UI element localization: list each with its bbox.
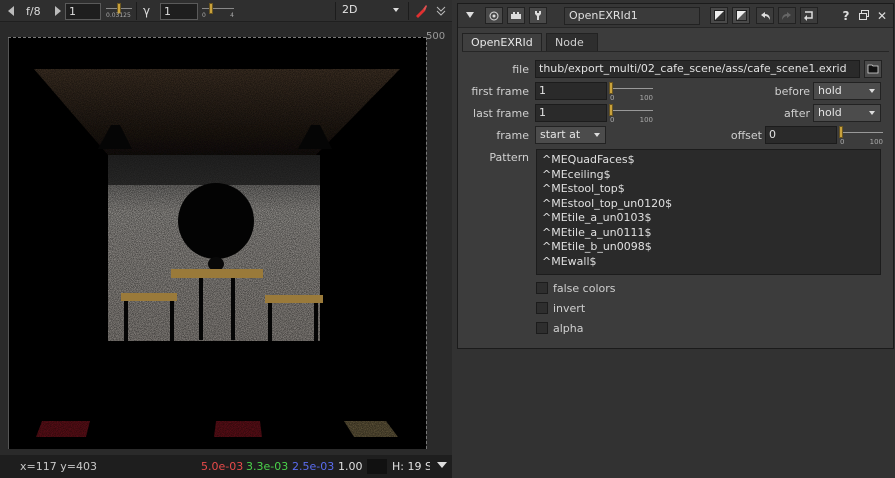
folder-icon (867, 64, 879, 74)
status-menu-icon[interactable] (437, 462, 447, 468)
pattern-line: ^MEstool_top_un0120$ (542, 196, 673, 210)
tab-openexrid[interactable]: OpenEXRId (462, 33, 542, 52)
file-browse-button[interactable] (864, 60, 882, 78)
first-frame-label: first frame (471, 85, 529, 98)
undo-icon[interactable] (756, 7, 774, 24)
after-label: after (783, 107, 810, 120)
fstop-label[interactable]: f/8 (26, 0, 41, 22)
arrow-left-icon (8, 6, 14, 16)
false-colors-checkbox[interactable] (536, 282, 548, 294)
collapse-icon[interactable] (462, 8, 478, 24)
frame-label: frame (496, 129, 529, 142)
pixel-color-swatch (367, 459, 387, 474)
viewer-canvas[interactable]: 500 (0, 23, 452, 455)
view-mode-dropdown[interactable]: 2D (338, 2, 404, 20)
pattern-line: ^MEceiling$ (542, 167, 611, 181)
viewer-toolbar: f/8 1 0.03125 γ 1 0 4 2D (0, 0, 452, 22)
gamma-label: γ (143, 4, 151, 18)
viewer-panel: f/8 1 0.03125 γ 1 0 4 2D 500 x=117 y=403… (0, 0, 452, 478)
last-frame-slider[interactable]: 0 100 (609, 103, 653, 125)
revert-icon[interactable] (800, 7, 818, 24)
pixel-blue-value: 2.5e-03 (292, 460, 335, 473)
arrow-right-icon (55, 6, 61, 16)
tab-node[interactable]: Node (546, 33, 598, 52)
offset-label: offset (730, 129, 762, 142)
offset-field[interactable]: 0 (765, 126, 837, 144)
color-icon[interactable] (710, 7, 728, 24)
pattern-textarea[interactable]: ^MEQuadFaces$ ^MEceiling$ ^MEstool_top$ … (536, 149, 881, 275)
viewer-icon[interactable] (485, 7, 503, 24)
edit-color-icon[interactable] (732, 7, 750, 24)
offset-slider[interactable]: 0 100 (839, 125, 883, 147)
gamma-field[interactable]: 1 (160, 2, 198, 20)
invert-label: invert (553, 302, 586, 315)
close-icon[interactable]: ✕ (874, 8, 890, 24)
help-icon[interactable]: ? (838, 8, 854, 24)
render-image (8, 37, 426, 449)
pattern-line: ^MEtile_a_un0111$ (542, 225, 652, 239)
pattern-line: ^MEQuadFaces$ (542, 153, 635, 166)
last-frame-label: last frame (473, 107, 529, 120)
viewer-status-bar: x=117 y=403 5.0e-03 3.3e-03 2.5e-03 1.00… (0, 455, 452, 478)
frame-mode-dropdown[interactable]: start at (535, 126, 606, 144)
invert-checkbox[interactable] (536, 302, 548, 314)
pattern-line: ^MEtile_a_un0103$ (542, 211, 652, 224)
float-icon[interactable] (856, 8, 872, 24)
file-label: file (512, 63, 529, 76)
pixel-green-value: 3.3e-03 (246, 460, 289, 473)
alpha-checkbox[interactable] (536, 322, 548, 334)
alpha-label: alpha (553, 322, 584, 335)
properties-header: OpenEXRId1 ? ✕ (458, 4, 893, 28)
paint-brush-icon[interactable] (414, 0, 428, 22)
fstop-decrement-button[interactable] (8, 0, 14, 22)
gain-field[interactable]: 1 (65, 2, 101, 20)
first-frame-slider[interactable]: 0 100 (609, 81, 653, 103)
gamma-slider[interactable]: 0 4 (202, 2, 234, 20)
redo-icon[interactable] (778, 7, 796, 24)
after-dropdown[interactable]: hold (813, 104, 881, 122)
before-dropdown[interactable]: hold (813, 82, 881, 100)
first-frame-field[interactable]: 1 (535, 82, 607, 100)
pixel-red-value: 5.0e-03 (201, 460, 244, 473)
gain-slider[interactable]: 0.03125 (106, 2, 132, 20)
pattern-label: Pattern (489, 151, 529, 164)
node-name-field[interactable]: OpenEXRId1 (564, 7, 700, 25)
format-label: 500 (426, 31, 446, 42)
cursor-coords: x=117 y=403 (20, 460, 97, 473)
pattern-line: ^MEstool_top$ (542, 182, 625, 195)
file-path-field[interactable]: thub/export_multi/02_cafe_scene/ass/cafe… (535, 60, 860, 78)
fstop-increment-button[interactable] (55, 0, 61, 22)
wrench-icon[interactable] (529, 7, 547, 24)
double-chevron-down-icon[interactable] (436, 0, 446, 22)
pattern-line: ^MEtile_b_un0098$ (542, 240, 652, 253)
pixel-hsv-value: H: 19 S (392, 460, 430, 473)
pixel-alpha-value: 1.00 (338, 460, 363, 473)
false-colors-label: false colors (553, 282, 616, 295)
pattern-line: ^MEwall$ (542, 254, 597, 268)
node-icon[interactable] (507, 7, 525, 24)
last-frame-field[interactable]: 1 (535, 104, 607, 122)
before-label: before (774, 85, 810, 98)
